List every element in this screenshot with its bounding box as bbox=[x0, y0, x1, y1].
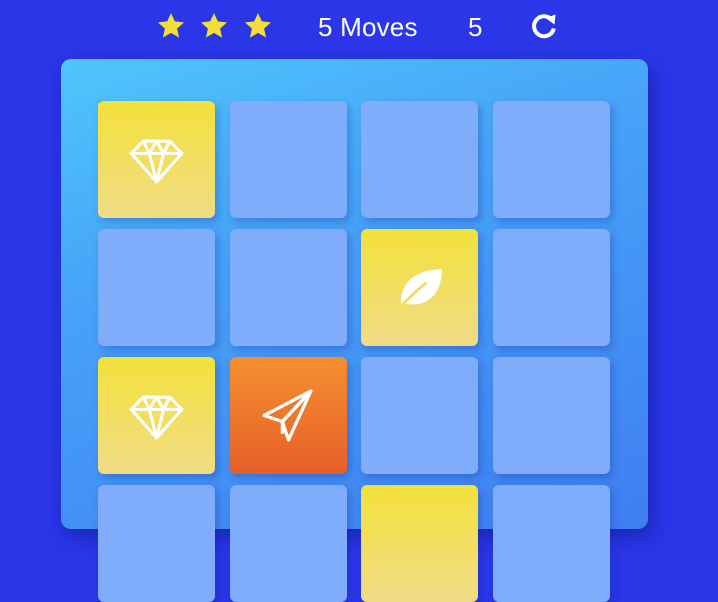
diamond-icon bbox=[126, 385, 187, 446]
card-r3-c3[interactable] bbox=[361, 357, 478, 474]
paper-plane-icon bbox=[258, 385, 319, 446]
card-r1-c4[interactable] bbox=[492, 101, 610, 218]
card-r3-c2[interactable] bbox=[229, 357, 347, 474]
card-r4-c4[interactable] bbox=[492, 485, 610, 602]
star-icon bbox=[199, 11, 229, 41]
restart-button[interactable] bbox=[529, 11, 559, 41]
card-r2-c1[interactable] bbox=[98, 229, 215, 346]
card-r2-c2[interactable] bbox=[229, 229, 347, 346]
card-r1-c2[interactable] bbox=[229, 101, 347, 218]
card-r4-c1[interactable] bbox=[98, 485, 215, 602]
star-icon bbox=[156, 11, 186, 41]
timer: 5 bbox=[468, 12, 483, 42]
moves-counter: 5 Moves bbox=[318, 12, 418, 42]
card-r3-c1[interactable] bbox=[98, 357, 215, 474]
card-deck bbox=[61, 59, 648, 602]
card-r1-c1[interactable] bbox=[98, 101, 215, 218]
card-r2-c3[interactable] bbox=[361, 229, 478, 346]
restart-icon bbox=[532, 14, 556, 39]
card-r3-c4[interactable] bbox=[492, 357, 610, 474]
card-r1-c3[interactable] bbox=[361, 101, 478, 218]
card-r4-c3[interactable] bbox=[361, 485, 478, 602]
star-icon bbox=[243, 11, 273, 41]
card-r4-c2[interactable] bbox=[229, 485, 347, 602]
leaf-icon bbox=[389, 257, 450, 318]
card-r2-c4[interactable] bbox=[492, 229, 610, 346]
diamond-icon bbox=[126, 129, 187, 190]
score-panel: 5 Moves 5 bbox=[0, 0, 718, 54]
